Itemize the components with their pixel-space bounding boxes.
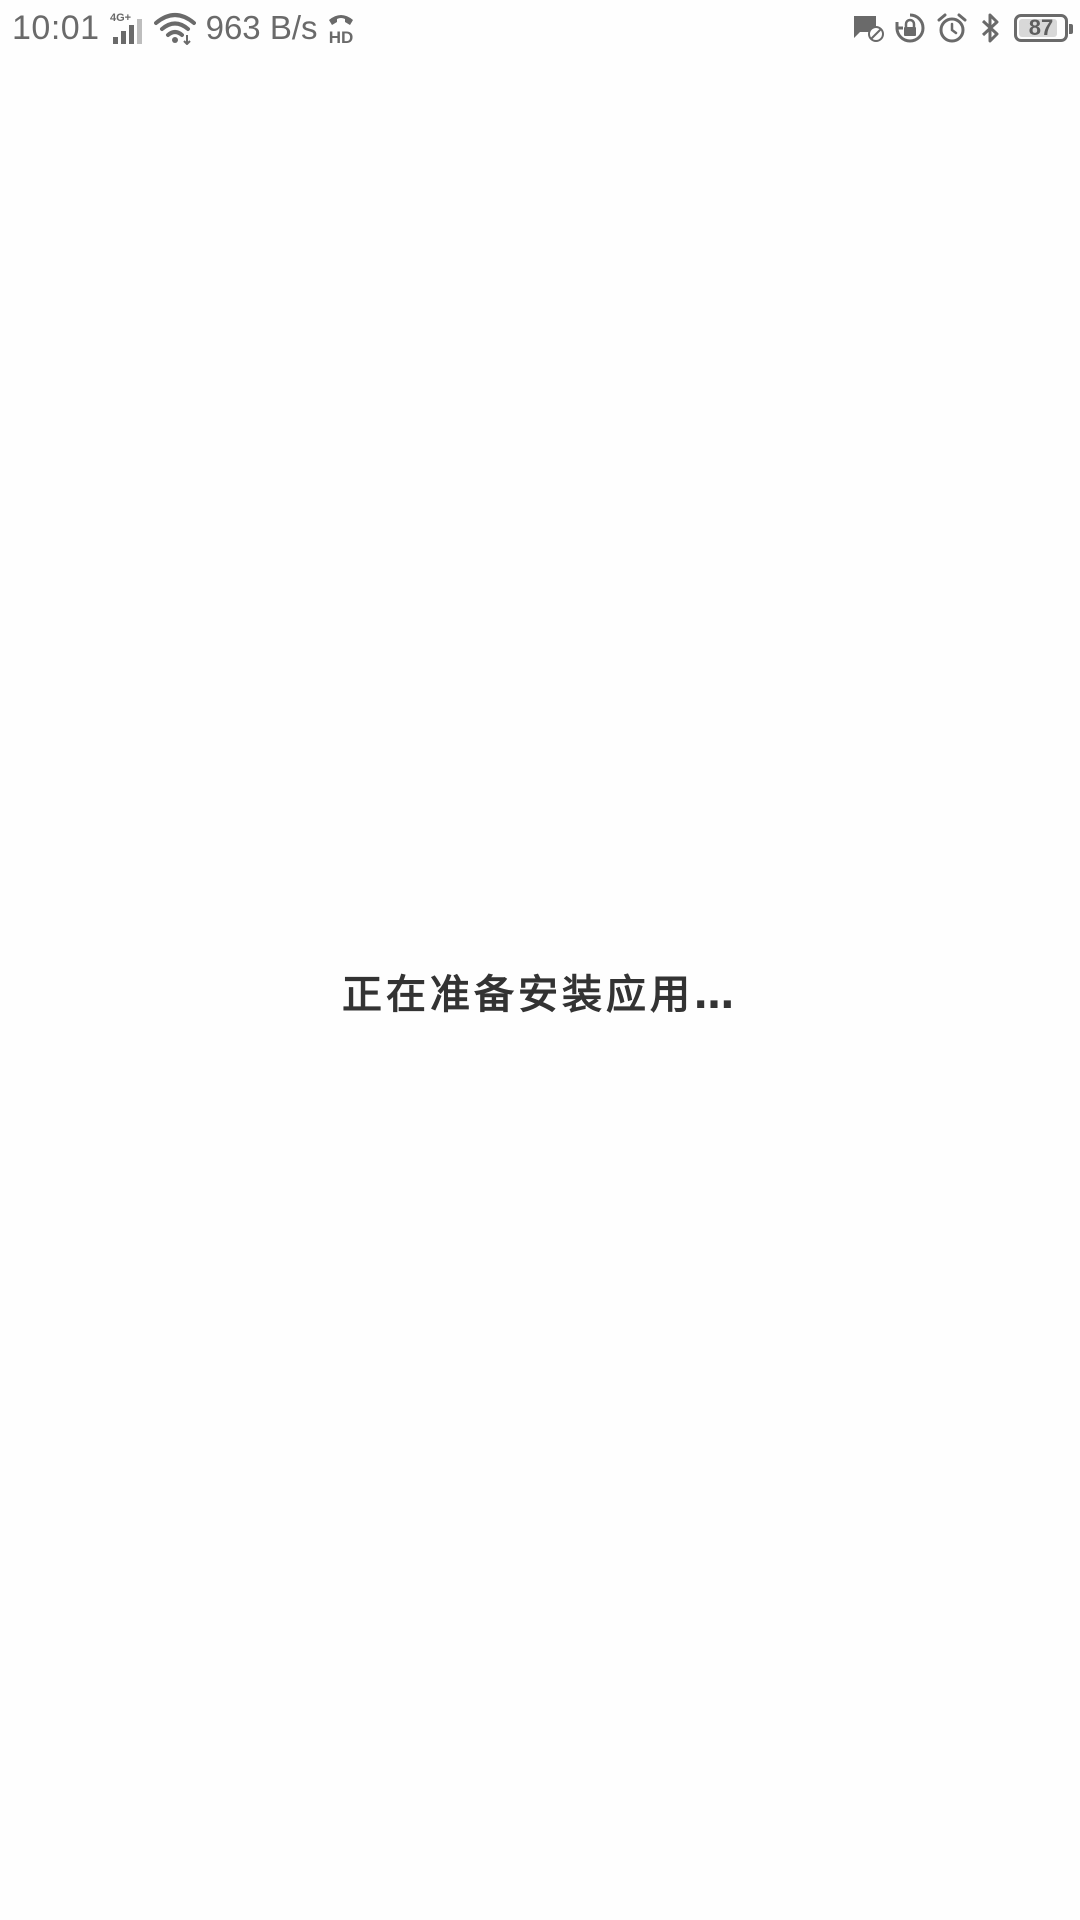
battery-icon: 87 bbox=[1014, 14, 1073, 42]
network-speed: 963 B/s bbox=[205, 9, 318, 46]
status-bar-left: 10:01 4G+ 963 B/s HD bbox=[12, 0, 356, 56]
battery-level: 87 bbox=[1028, 15, 1054, 40]
message-blocked-icon bbox=[852, 13, 884, 43]
wifi-icon bbox=[153, 11, 196, 45]
alarm-icon bbox=[936, 12, 968, 44]
loading-message: 正在准备安装应用… bbox=[342, 972, 738, 1018]
network-type-label: 4G+ bbox=[110, 12, 131, 24]
clock: 10:01 bbox=[12, 8, 100, 47]
bluetooth-icon bbox=[978, 12, 1002, 44]
hd-call-icon: HD bbox=[326, 11, 356, 45]
status-bar: 10:01 4G+ 963 B/s HD 87 bbox=[0, 0, 1080, 56]
signal-icon: 4G+ bbox=[110, 10, 146, 46]
hd-label: HD bbox=[328, 28, 353, 45]
lock-rotation-icon bbox=[894, 12, 926, 44]
status-bar-right: 87 bbox=[842, 0, 1073, 56]
